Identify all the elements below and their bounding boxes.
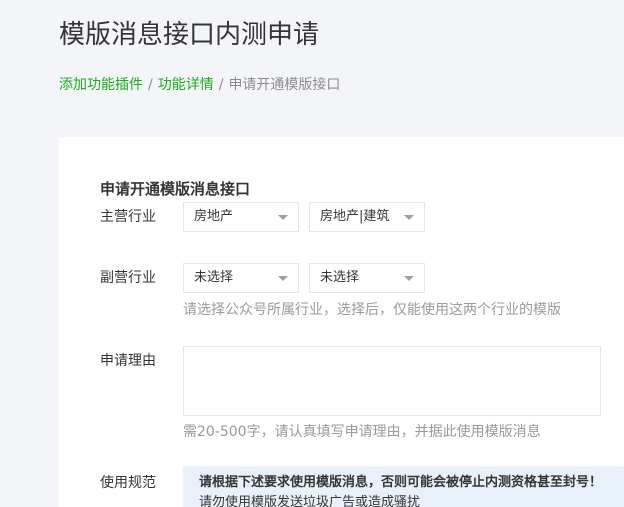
application-form-card: 申请开通模版消息接口 主营行业 房地产 房地产|建筑 副营行业 未选择 未选择 … — [59, 137, 624, 507]
select-value: 未选择 — [194, 270, 234, 285]
breadcrumb-separator: / — [148, 77, 153, 93]
breadcrumb-link-add-plugin[interactable]: 添加功能插件 — [59, 77, 143, 93]
select-value: 房地产|建筑 — [320, 209, 390, 224]
chevron-down-icon — [404, 276, 414, 281]
select-value: 未选择 — [320, 270, 360, 285]
primary-industry-label: 主营行业 — [100, 209, 156, 225]
secondary-industry-select-1[interactable]: 未选择 — [183, 263, 299, 293]
industry-tip: 请选择公众号所属行业，选择后，仅能使用这两个行业的模版 — [183, 302, 561, 318]
secondary-industry-label: 副营行业 — [100, 270, 156, 286]
reason-label: 申请理由 — [100, 353, 156, 369]
usage-rules-item: 请勿使用模版发送垃圾广告或造成骚扰 — [199, 495, 421, 507]
primary-industry-select-2[interactable]: 房地产|建筑 — [309, 202, 425, 232]
breadcrumb: 添加功能插件 / 功能详情 / 申请开通模版接口 — [59, 76, 340, 94]
usage-rules-notice: 请根据下述要求使用模版消息，否则可能会被停止内测资格甚至封号！ 请勿使用模版发送… — [183, 466, 624, 507]
section-title: 申请开通模版消息接口 — [100, 180, 251, 198]
chevron-down-icon — [278, 276, 288, 281]
breadcrumb-separator: / — [218, 77, 224, 93]
breadcrumb-current: 申请开通模版接口 — [228, 77, 341, 93]
secondary-industry-select-2[interactable]: 未选择 — [309, 263, 425, 293]
page-title: 模版消息接口内测申请 — [59, 20, 320, 50]
usage-rules-warning: 请根据下述要求使用模版消息，否则可能会被停止内测资格甚至封号！ — [199, 475, 603, 490]
chevron-down-icon — [404, 215, 414, 220]
reason-tip: 需20-500字，请认真填写申请理由，并据此使用模版消息 — [183, 424, 541, 440]
breadcrumb-link-feature-details[interactable]: 功能详情 — [158, 77, 214, 93]
usage-rules-label: 使用规范 — [100, 475, 156, 491]
reason-textarea[interactable] — [183, 346, 601, 416]
select-value: 房地产 — [194, 209, 234, 224]
chevron-down-icon — [278, 215, 288, 220]
primary-industry-select-1[interactable]: 房地产 — [183, 202, 299, 232]
